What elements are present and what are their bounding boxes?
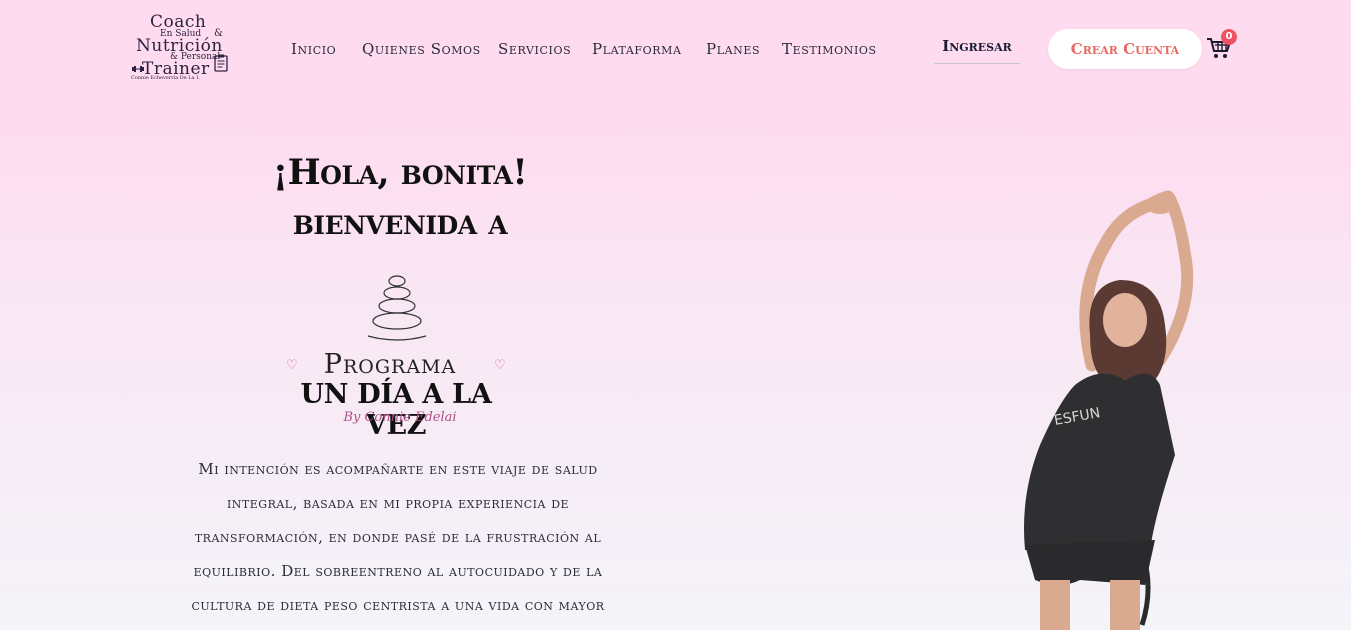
clipboard-icon (214, 54, 228, 72)
signup-button[interactable]: Crear Cuenta (1048, 29, 1202, 69)
nav-quienes-somos[interactable]: Quienes Somos (362, 40, 481, 58)
hero-title-line2: bienvenida a (292, 202, 508, 243)
stones-icon (367, 275, 427, 341)
site-header: Coach En Salud & Nutrición & Personal Tr… (0, 0, 1351, 98)
program-word: Programa (323, 349, 457, 380)
intro-paragraph-line: integral, basada en mi propia experienci… (226, 494, 570, 512)
logo-author: Connie Echeverría De La I. (131, 75, 200, 81)
intro-paragraph-line: transformación, en donde pasé de la frus… (194, 528, 602, 546)
coach-photo: ESFUN (1024, 190, 1194, 630)
nav-planes[interactable]: Planes (706, 40, 760, 58)
program-logo: ♡ Programa ♡ UN DÍA A LA VEZ By Connie E… (270, 274, 522, 441)
hero-title-line1: ¡Hola, bonita! (272, 152, 528, 193)
nav-plataforma[interactable]: Plataforma (592, 40, 682, 58)
intro-paragraph-line: equilibrio. Del sobreentreno al autocuid… (193, 562, 603, 580)
nav-testimonios[interactable]: Testimonios (782, 40, 877, 58)
nav-servicios[interactable]: Servicios (498, 40, 571, 58)
cart-count-badge: 0 (1221, 29, 1237, 45)
heart-icon: ♡ (494, 358, 506, 373)
intro-paragraph-line: cultura de dieta peso centrista a una vi… (191, 596, 605, 614)
nav-inicio[interactable]: Inicio (291, 40, 336, 58)
program-author: By Connie Edelai (343, 410, 457, 425)
site-logo[interactable]: Coach En Salud & Nutrición & Personal Tr… (130, 12, 238, 84)
login-link[interactable]: Ingresar (934, 37, 1020, 64)
intro-paragraph-line: Mi intención es acompañarte en este viaj… (198, 460, 598, 478)
